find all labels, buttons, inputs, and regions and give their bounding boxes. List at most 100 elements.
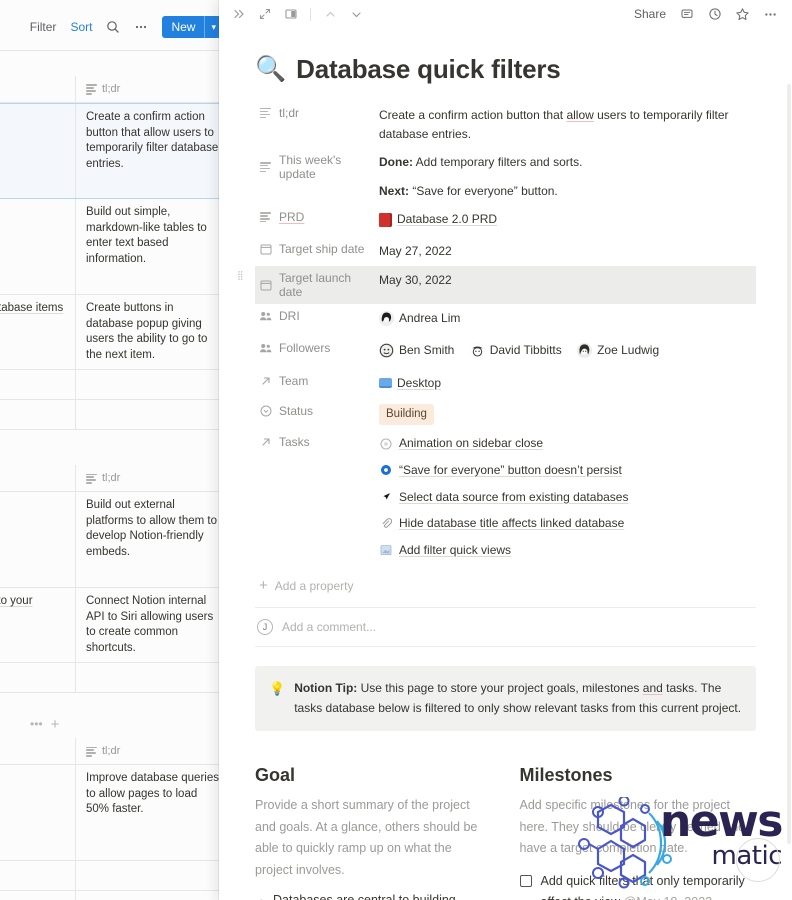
person-chip[interactable]: Ben Smith (379, 341, 454, 360)
task-item[interactable]: “Save for everyone” button doesn’t persi… (379, 461, 750, 480)
property-label-text: Target ship date (279, 242, 365, 257)
property-row-followers[interactable]: Followers Ben Smith David Tibbitts Zoe L… (255, 336, 756, 368)
task-item[interactable]: Hide database title affects linked datab… (379, 514, 750, 533)
property-value[interactable]: Building (373, 399, 756, 431)
person-chip[interactable]: Andrea Lim (379, 309, 460, 328)
property-value[interactable]: Database 2.0 PRD (373, 205, 756, 237)
property-value[interactable]: May 30, 2022 (373, 266, 756, 295)
property-label[interactable]: Status (255, 399, 373, 423)
property-row-target-ship-date[interactable]: Target ship date May 27, 2022 (255, 237, 756, 266)
update-next-text: “Save for everyone” button. (409, 183, 558, 198)
person-chip[interactable]: Zoe Ludwig (577, 341, 659, 360)
property-value[interactable]: Create a confirm action button that allo… (373, 101, 756, 148)
side-peek-layout-icon[interactable] (283, 7, 298, 22)
magnifying-glass-icon[interactable]: 🔍 (255, 57, 286, 82)
goal-heading: Goal (255, 765, 296, 786)
comment-bubble-icon[interactable] (679, 7, 694, 22)
property-label[interactable]: Team (255, 369, 373, 393)
task-item[interactable]: Animation on sidebar close (379, 434, 750, 453)
add-comment-placeholder[interactable]: Add a comment... (282, 620, 376, 634)
property-row-status[interactable]: Status Building (255, 399, 756, 431)
chevron-down-icon[interactable] (349, 7, 364, 22)
red-book-icon (379, 212, 392, 227)
goal-description: Provide a short summary of the project a… (255, 798, 478, 877)
add-comment-row[interactable]: J Add a comment... (255, 608, 756, 646)
task-item[interactable]: Add filter quick views (379, 541, 750, 560)
person-name: Andrea Lim (399, 310, 461, 325)
property-label[interactable]: Target launch date (255, 266, 373, 304)
side-peek-panel: Share 🔍 Database quick filters tl;dr Cre… (219, 0, 792, 900)
property-row-team[interactable]: Team Desktop (255, 369, 756, 399)
screen: Filter Sort New ▾ Project (0, 0, 792, 900)
list-item[interactable]: Add quick filters that only temporarily … (519, 871, 757, 900)
relation-arrow-icon (259, 374, 272, 387)
goal-column: Goal Provide a short summary of the proj… (255, 765, 492, 900)
property-row-tldr[interactable]: tl;dr Create a confirm action button tha… (255, 101, 756, 148)
property-value[interactable]: Animation on sidebar close “Save for eve… (373, 430, 756, 564)
person-name: Zoe Ludwig (597, 343, 660, 358)
property-label[interactable]: tl;dr (255, 101, 373, 125)
property-value[interactable]: May 27, 2022 (373, 237, 756, 266)
select-circle-icon (259, 404, 272, 417)
property-value[interactable]: Andrea Lim (373, 304, 756, 336)
property-label[interactable]: PRD (255, 205, 373, 229)
avatar: J (257, 619, 273, 636)
avatar (469, 343, 485, 359)
milestones-heading: Milestones (519, 765, 613, 786)
calendar-icon (259, 243, 272, 256)
star-icon[interactable] (735, 7, 750, 22)
plus-icon: + (259, 577, 268, 595)
property-label-text: PRD (279, 210, 305, 225)
property-label[interactable]: DRI (255, 304, 373, 328)
peek-scrollbar[interactable] (787, 84, 791, 844)
task-item[interactable]: Select data source from existing databas… (379, 488, 750, 507)
property-row-tasks[interactable]: Tasks Animation on sidebar close “Save f… (255, 430, 756, 564)
double-chevron-right-icon[interactable] (231, 7, 246, 22)
share-button[interactable]: Share (634, 7, 666, 21)
blue-square-icon (379, 544, 392, 557)
property-label-text: tl;dr (279, 106, 300, 120)
property-label[interactable]: This week's update (255, 148, 373, 186)
chevron-up-icon[interactable] (323, 7, 338, 22)
more-horizontal-icon[interactable] (763, 7, 778, 22)
clock-history-icon[interactable] (707, 7, 722, 22)
property-row-prd[interactable]: PRD Database 2.0 PRD (255, 205, 756, 237)
status-badge[interactable]: Building (379, 403, 434, 426)
page-link-chip[interactable]: Database 2.0 PRD (379, 210, 497, 229)
property-label-text: Team (279, 373, 309, 388)
task-label: Hide database title affects linked datab… (399, 516, 625, 531)
task-label: Add filter quick views (399, 542, 512, 557)
person-chip[interactable]: David Tibbitts (469, 341, 562, 360)
page-title[interactable]: Database quick filters (296, 54, 561, 85)
property-label[interactable]: Followers (255, 336, 373, 360)
people-icon (259, 309, 272, 322)
property-row-dri[interactable]: DRI Andrea Lim (255, 304, 756, 336)
text-lines-icon (259, 107, 272, 120)
property-label-text: DRI (279, 308, 300, 323)
callout-underlined-word: and (642, 681, 663, 696)
two-column-section: Goal Provide a short summary of the proj… (255, 765, 756, 900)
add-property-button[interactable]: + Add a property (255, 578, 756, 593)
property-row-target-launch-date[interactable]: ⣿ Target launch date May 30, 2022 (237, 265, 756, 304)
property-value[interactable]: Done: Add temporary filters and sorts. N… (373, 148, 756, 205)
checkbox[interactable] (519, 874, 532, 887)
person-name: Ben Smith (399, 343, 455, 358)
task-label: Select data source from existing databas… (399, 489, 629, 504)
relation-arrow-icon (259, 436, 272, 449)
property-label[interactable]: Target ship date (255, 237, 373, 261)
avatar (379, 343, 394, 359)
relation-label: Desktop (397, 375, 442, 390)
callout-bold: Notion Tip: (294, 681, 358, 696)
drag-handle-icon[interactable]: ⣿ (237, 270, 247, 285)
property-value[interactable]: Desktop (373, 369, 756, 399)
property-label[interactable]: Tasks (255, 430, 373, 454)
overlay-dim[interactable] (0, 0, 222, 900)
relation-chip[interactable]: Desktop (379, 374, 441, 393)
property-row-weekly-update[interactable]: This week's update Done: Add temporary f… (255, 148, 756, 205)
peek-topbar: Share (219, 0, 792, 28)
blue-target-icon (379, 464, 392, 477)
notion-tip-callout[interactable]: 💡 Notion Tip: Use this page to store you… (255, 666, 756, 732)
property-value[interactable]: Ben Smith David Tibbitts Zoe Ludwig (373, 336, 756, 368)
black-cursor-icon (379, 490, 392, 503)
open-full-page-icon[interactable] (257, 7, 272, 22)
